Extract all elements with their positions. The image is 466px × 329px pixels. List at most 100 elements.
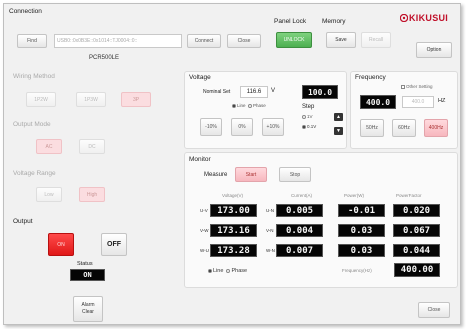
frequency-monitor-value: 400.00 [394,263,440,277]
voltage-range-title: Voltage Range [13,170,56,177]
frequency-unit: HZ [438,98,446,104]
row1-power-value: -0.01 [338,204,385,217]
row3-voltage-phase: W-U [200,248,209,253]
row2-current-value: 0.004 [276,224,323,237]
header-powerfactor: PowerFactor [396,193,422,198]
alarm-clear-line1: Alarm [81,302,95,308]
voltage-range-low-button[interactable]: Low [36,187,62,202]
output-title: Output [13,218,33,225]
row3-current-phase: W-N [266,248,275,253]
row2-current-phase: V-N [266,228,274,233]
step-1v-option[interactable]: 1V [302,114,313,119]
frequency-60hz-button[interactable]: 60Hz [392,119,416,137]
row2-voltage-value: 173.16 [210,224,257,237]
voltage-panel [184,71,347,149]
header-power: Power(W) [344,193,364,198]
kikusui-logo-icon [400,14,408,22]
row3-voltage-value: 173.28 [210,244,257,257]
output-status-display: ON [70,269,105,281]
connection-close-button[interactable]: Close [227,34,261,48]
row1-current-phase: U-N [266,208,274,213]
connection-title: Connection [9,8,42,15]
measure-stop-button[interactable]: Stop [279,167,311,182]
voltage-title: Voltage [189,74,211,81]
row1-voltage-phase: U-V [200,208,208,213]
output-off-button[interactable]: OFF [101,233,127,256]
frequency-panel [350,71,458,149]
other-setting-checkbox[interactable] [401,84,405,89]
row2-pf-value: 0.067 [393,224,440,237]
row1-pf-value: 0.020 [393,204,440,217]
nominal-voltage-input[interactable]: 116.6 [240,86,268,98]
row1-voltage-value: 173.00 [210,204,257,217]
step-01v-option[interactable]: 0.1V [302,124,316,129]
frequency-400hz-button[interactable]: 400Hz [424,119,448,137]
window-close-button[interactable]: Close [418,302,450,318]
connect-button[interactable]: Connect [187,34,221,48]
find-button[interactable]: Find [17,34,47,48]
voltage-phase-radio[interactable] [248,103,253,108]
frequency-50hz-button[interactable]: 50Hz [360,119,384,137]
app-window: Connection Find USB0::0x0B3E::0x1014::TJ… [3,3,461,325]
voltage-minus10-button[interactable]: -10% [200,118,222,136]
wiring-method-title: Wiring Method [13,73,55,80]
monitor-line-label: Line [213,268,224,274]
model-name: PCR500LE [89,55,120,61]
row3-current-value: 0.007 [276,244,323,257]
output-status-label: Status [77,261,93,267]
nominal-voltage-unit: V [271,88,276,94]
row3-pf-value: 0.044 [393,244,440,257]
wiring-1p3w-button[interactable]: 1P3W [76,92,106,107]
monitor-title: Monitor [189,156,211,163]
monitor-phase-label: Phase [231,268,248,274]
frequency-input[interactable]: 400.0 [402,96,434,108]
monitor-phase-radio[interactable] [226,268,231,273]
voltage-line-phase: Line Phase [232,103,266,108]
nominal-set-label: Nominal Set [203,89,231,95]
monitor-line-radio[interactable] [208,268,212,273]
memory-title: Memory [322,18,346,25]
output-mode-dc-button[interactable]: DC [79,139,105,154]
alarm-clear-line2: Clear [82,309,94,315]
row1-current-value: 0.005 [276,204,323,217]
measure-label: Measure [204,172,228,178]
memory-recall-button[interactable]: Recall [361,32,391,48]
monitor-line-phase: Line Phase [208,268,247,274]
voltage-line-label: Line [237,103,246,108]
voltage-up-icon[interactable]: ▲ [334,113,343,121]
memory-save-button[interactable]: Save [326,32,356,48]
output-mode-title: Output Mode [13,121,51,128]
voltage-display: 100.0 [302,85,338,99]
voltage-phase-label: Phase [253,103,266,108]
header-voltage: Voltage(V) [222,193,244,198]
option-button[interactable]: Option [416,42,452,58]
row3-power-value: 0.03 [338,244,385,257]
measure-start-button[interactable]: Start [235,167,267,182]
voltage-down-icon[interactable]: ▼ [334,127,343,135]
header-current: Current(A) [291,193,313,198]
output-on-button[interactable]: ON [48,233,74,256]
step-1v-radio[interactable] [302,114,306,119]
step-label: Step [302,104,315,110]
other-setting-option[interactable]: Other Setting [401,84,433,89]
voltage-line-radio[interactable] [232,103,236,108]
frequency-title: Frequency [355,74,386,81]
other-setting-label: Other Setting [406,84,433,89]
step-01v-label: 0.1V [307,124,317,129]
alarm-clear-button[interactable]: Alarm Clear [73,296,103,322]
voltage-0pct-button[interactable]: 0% [231,118,253,136]
wiring-3p-button[interactable]: 3P [121,92,151,107]
step-1v-label: 1V [307,114,313,119]
frequency-display: 400.0 [360,95,396,109]
panel-lock-title: Panel Lock [274,18,307,25]
frequency-monitor-label: Frequency(Hz) [342,268,372,273]
wiring-1p2w-button[interactable]: 1P2W [26,92,56,107]
connection-address-field[interactable]: USB0::0x0B3E::0x1014::TJ0004::0:: [54,34,182,48]
unlock-button[interactable]: UNLOCK [276,32,312,48]
step-01v-radio[interactable] [302,124,306,129]
voltage-plus10-button[interactable]: +10% [262,118,284,136]
voltage-range-high-button[interactable]: High [79,187,105,202]
row2-voltage-phase: V-W [200,228,209,233]
brand-name: KIKUSUI [409,13,449,23]
output-mode-ac-button[interactable]: AC [36,139,62,154]
